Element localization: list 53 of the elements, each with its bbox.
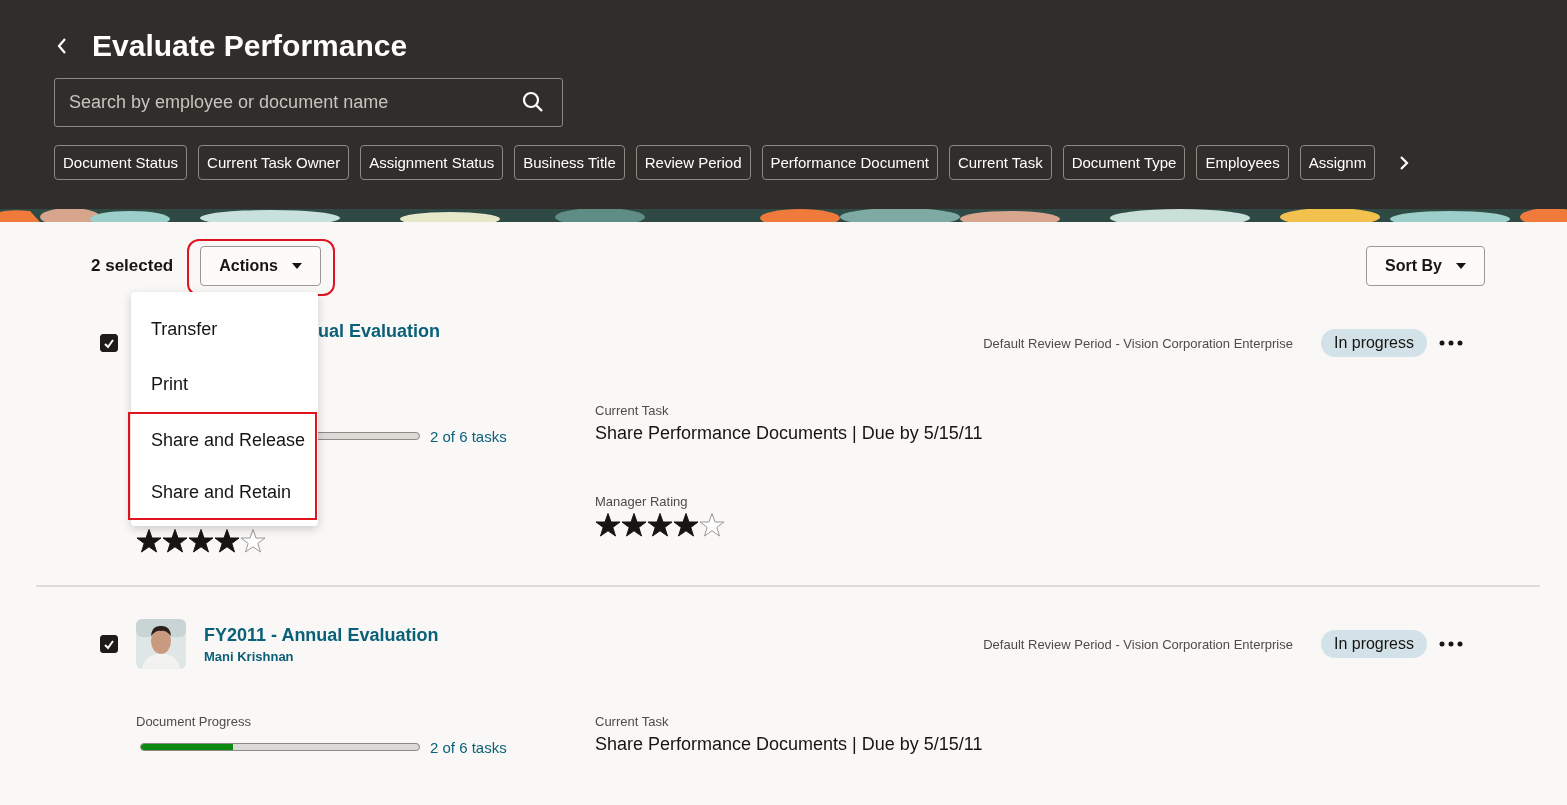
menu-item[interactable]: Share and Release [131, 414, 315, 466]
caret-icon [1456, 263, 1466, 269]
filter-chip[interactable]: Performance Document [761, 145, 938, 180]
filled-star-icon [673, 512, 699, 538]
progress-link[interactable]: 2 of 6 tasks [430, 738, 507, 756]
search-icon[interactable] [522, 91, 544, 113]
status-badge: In progress [1320, 630, 1427, 658]
field-label: Current Task [595, 403, 670, 419]
employee-name-link[interactable]: Mani Krishnan [204, 648, 439, 664]
document-title-link[interactable]: ual Evaluation [318, 320, 441, 342]
back-icon[interactable] [56, 37, 68, 55]
filter-chip[interactable]: Assignment Status [360, 145, 504, 180]
document-title-link[interactable]: FY2011 - Annual Evaluation [204, 624, 439, 646]
selection-count: 2 selected [91, 256, 174, 276]
filled-star-icon [136, 528, 162, 554]
filter-chip[interactable]: Current Task [948, 145, 1052, 180]
checkbox[interactable] [100, 635, 118, 653]
sort-button[interactable]: Sort By [1366, 246, 1485, 286]
caret-icon [291, 263, 302, 269]
review-period: Default Review Period - Vision Corporation Enterprise [983, 335, 1293, 351]
check-icon [103, 337, 115, 349]
page-title: Evaluate Performance [92, 29, 408, 63]
filter-chip[interactable]: Current Task Owner [198, 145, 350, 180]
filled-star-icon [188, 528, 214, 554]
filled-star-icon [162, 528, 188, 554]
filter-chip[interactable]: Document Type [1062, 145, 1186, 180]
filled-star-icon [647, 512, 673, 538]
search-field[interactable]: Search by employee or document name [54, 78, 563, 127]
menu-item[interactable]: Print [131, 357, 318, 412]
check-icon [103, 638, 115, 650]
status-badge: In progress [1320, 329, 1427, 357]
more-icon[interactable] [1439, 641, 1463, 647]
filled-star-icon [595, 512, 621, 538]
progress-link[interactable]: 2 of 6 tasks [430, 427, 507, 445]
actions-button[interactable]: Actions [200, 246, 321, 286]
more-icon[interactable] [1439, 340, 1463, 346]
filter-chip[interactable]: Business Title [514, 145, 625, 180]
checkbox[interactable] [100, 334, 118, 352]
menu-item[interactable]: Transfer [131, 302, 318, 357]
current-task: Share Performance Documents | Due by 5/15/11 [595, 734, 984, 755]
filled-star-icon [621, 512, 647, 538]
field-label: Document Progress [136, 714, 252, 730]
filter-chip[interactable]: Employees [1196, 145, 1289, 180]
filter-chip[interactable]: Assignm [1299, 145, 1376, 180]
filter-chip[interactable]: Review Period [635, 145, 751, 180]
field-label: Manager Rating [595, 494, 689, 510]
menu-item[interactable]: Share and Retain [131, 466, 315, 518]
chevron-right-icon[interactable] [1399, 154, 1410, 171]
filled-star-icon [214, 528, 240, 554]
filter-chip[interactable]: Document Status [54, 145, 188, 180]
review-period: Default Review Period - Vision Corporation Enterprise [983, 636, 1293, 652]
current-task: Share Performance Documents | Due by 5/15/11 [595, 423, 984, 444]
field-label: Current Task [595, 714, 670, 730]
